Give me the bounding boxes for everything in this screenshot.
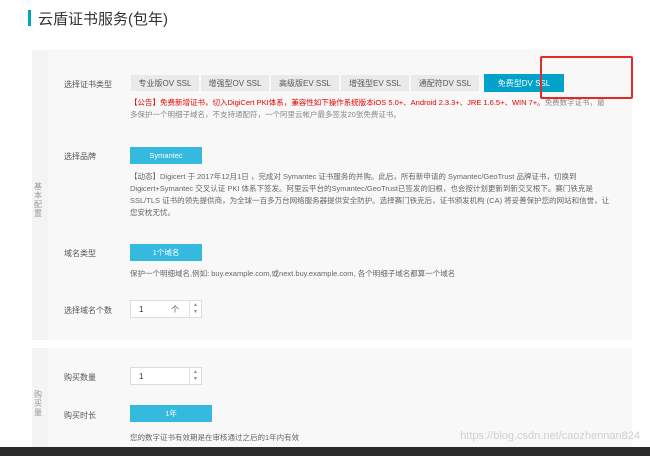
footer-bar — [0, 447, 650, 456]
tab-ov-enhanced[interactable]: 增强型OV SSL — [200, 74, 270, 92]
domain-count-unit: 个 — [171, 304, 179, 314]
free-dv-highlight-box — [540, 56, 633, 99]
domain-count-label: 选择域名个数 — [64, 306, 112, 315]
brand-desc: 【动态】Digicert 于 2017年12月1日 ，完成对 Symantec … — [130, 172, 610, 217]
domain-count-stepper[interactable]: 1 个 ▲ ▼ — [130, 300, 202, 318]
page: 云盾证书服务(包年) 基本配置 选择证书类型 专业版OV SSL 增强型OV S… — [0, 0, 650, 456]
quantity-value: 1 — [139, 371, 144, 381]
tab-ev-enhanced[interactable]: 增强型EV SSL — [340, 74, 410, 92]
quantity-arrows-icon[interactable]: ▲ ▼ — [189, 368, 201, 384]
duration-1year-button[interactable]: 1年 — [130, 405, 212, 422]
domain-type-desc: 保护一个明细域名,例如: buy.example.com,或next.buy.e… — [130, 269, 456, 278]
tab-ev-advanced[interactable]: 高级版EV SSL — [270, 74, 340, 92]
notice-red-text: 【公告】免费新增证书，切入DigiCert PKI体系，兼容性如下操作系统版本i… — [130, 98, 545, 107]
purchase-side-label: 购买量 — [34, 390, 42, 417]
tab-dv-wildcard[interactable]: 通配符DV SSL — [410, 74, 480, 92]
brand-label: 选择品牌 — [64, 152, 96, 161]
basic-config-side-label: 基本配置 — [34, 182, 42, 218]
brand-symantec-button[interactable]: Symantec — [130, 147, 202, 164]
domain-type-single-button[interactable]: 1个域名 — [130, 244, 202, 261]
cert-type-tabs: 专业版OV SSL 增强型OV SSL 高级版EV SSL 增强型EV SSL … — [130, 74, 564, 92]
watermark: https://blog.csdn.net/caozhennan824 — [460, 430, 640, 442]
page-title: 云盾证书服务(包年) — [28, 8, 168, 28]
stepper-arrows-icon[interactable]: ▲ ▼ — [189, 301, 201, 317]
page-title-text: 云盾证书服务(包年) — [38, 10, 168, 28]
quantity-label: 购买数量 — [64, 373, 96, 382]
cert-type-label: 选择证书类型 — [64, 80, 112, 89]
tab-ov-pro[interactable]: 专业版OV SSL — [130, 74, 200, 92]
duration-label: 购买时长 — [64, 411, 96, 420]
quantity-stepper[interactable]: 1 ▲ ▼ — [130, 367, 202, 385]
domain-count-value: 1 — [139, 304, 144, 314]
domain-type-label: 域名类型 — [64, 249, 96, 258]
cert-notice: 【公告】免费新增证书，切入DigiCert PKI体系，兼容性如下操作系统版本i… — [130, 97, 610, 121]
title-accent-bar — [28, 10, 31, 26]
